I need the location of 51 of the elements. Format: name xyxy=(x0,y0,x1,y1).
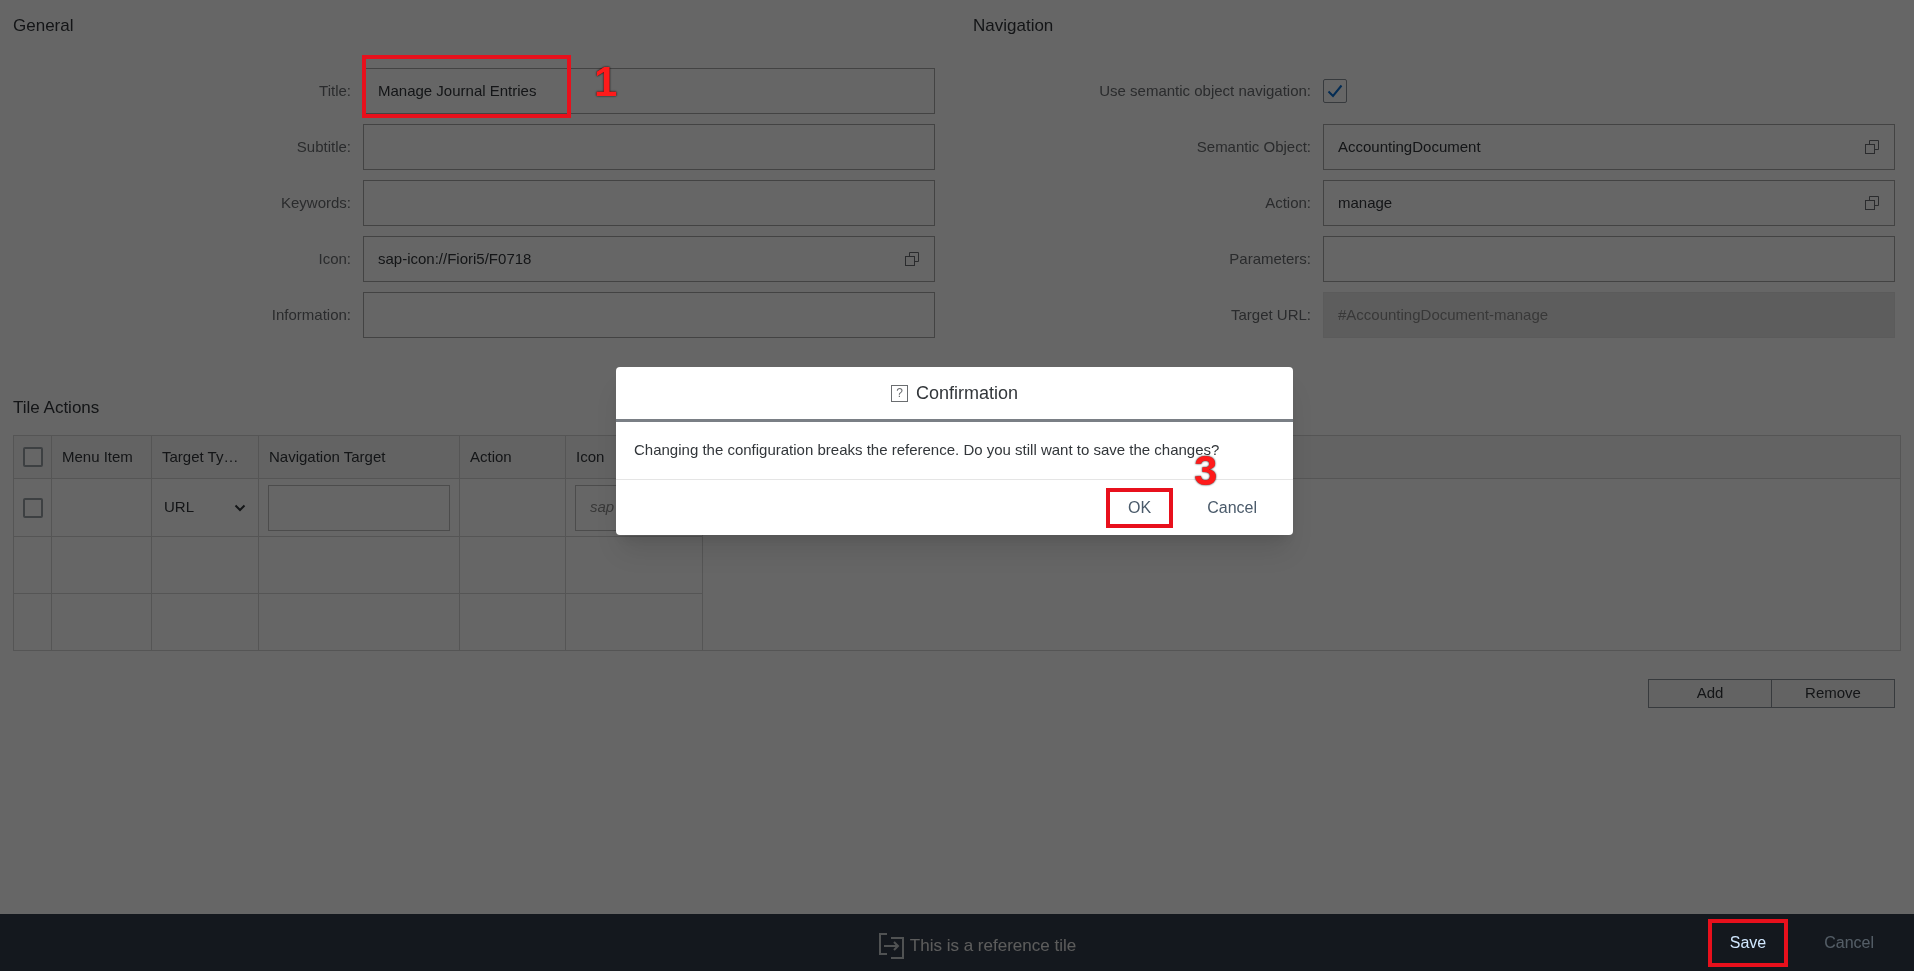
field-label: Target URL: xyxy=(1230,304,1311,325)
checkbox[interactable] xyxy=(22,497,43,518)
field-label: Subtitle: xyxy=(296,136,351,157)
checkbox[interactable] xyxy=(22,447,43,467)
column-header: Navigation Target xyxy=(269,446,386,467)
input-field[interactable] xyxy=(1323,236,1895,282)
input-field[interactable]: Manage Journal Entries 1 xyxy=(363,68,935,114)
field-label: Action: xyxy=(1265,192,1311,213)
field-label: Semantic Object: xyxy=(1196,136,1311,157)
column-header: Menu Item xyxy=(62,446,133,467)
column-header: Icon xyxy=(576,446,605,467)
checkbox[interactable] xyxy=(1323,79,1347,103)
table-action-button[interactable]: Remove xyxy=(1771,679,1895,708)
input-field[interactable] xyxy=(268,484,450,531)
input-field[interactable] xyxy=(363,124,935,170)
section-heading: Navigation xyxy=(973,15,1055,37)
input-field[interactable]: manage xyxy=(1323,180,1895,226)
reference-icon xyxy=(877,931,906,960)
help-icon: ? xyxy=(890,384,908,402)
chevron-down-icon xyxy=(234,503,246,512)
input-field[interactable]: sap-icon://Fiori5/F0718 xyxy=(363,236,935,282)
footer-message: This is a reference tile xyxy=(909,934,1077,957)
input-value: sap-icon://Fiori5/F0718 xyxy=(378,248,532,269)
dialog-button[interactable]: Cancel xyxy=(1185,487,1279,528)
section-heading: General xyxy=(13,15,75,37)
copy-icon[interactable] xyxy=(1864,195,1880,211)
column-header: Action xyxy=(470,446,512,467)
target-type-select[interactable]: URL xyxy=(164,496,246,519)
column-header: Target Ty… xyxy=(162,446,239,467)
field-label: Title: xyxy=(319,80,351,101)
section-heading: Tile Actions xyxy=(13,397,100,419)
input-value: manage xyxy=(1338,192,1393,213)
checkmark-icon xyxy=(1327,84,1343,98)
dialog-button[interactable]: OK xyxy=(1106,487,1174,528)
input-field[interactable] xyxy=(363,292,935,338)
input-field[interactable]: AccountingDocument xyxy=(1323,124,1895,170)
field-label: Use semantic object navigation: xyxy=(1099,80,1311,101)
dialog-message: Changing the configuration breaks the reference. Do you still want to save the changes? xyxy=(634,440,1220,459)
copy-icon[interactable] xyxy=(904,251,920,267)
copy-icon[interactable] xyxy=(1864,139,1880,155)
field-label: Parameters: xyxy=(1229,248,1311,269)
field-label: Icon: xyxy=(318,248,351,269)
input-value: AccountingDocument xyxy=(1338,136,1481,157)
footer-button[interactable]: Cancel xyxy=(1802,918,1896,967)
field-label: Information: xyxy=(271,304,351,325)
input-field[interactable] xyxy=(363,180,935,226)
footer-button[interactable]: Save xyxy=(1707,918,1789,967)
table-action-button[interactable]: Add xyxy=(1648,679,1772,708)
field-label: Keywords: xyxy=(280,192,351,213)
input-value: Manage Journal Entries xyxy=(378,80,537,101)
dialog-title: Confirmation xyxy=(915,381,1018,405)
